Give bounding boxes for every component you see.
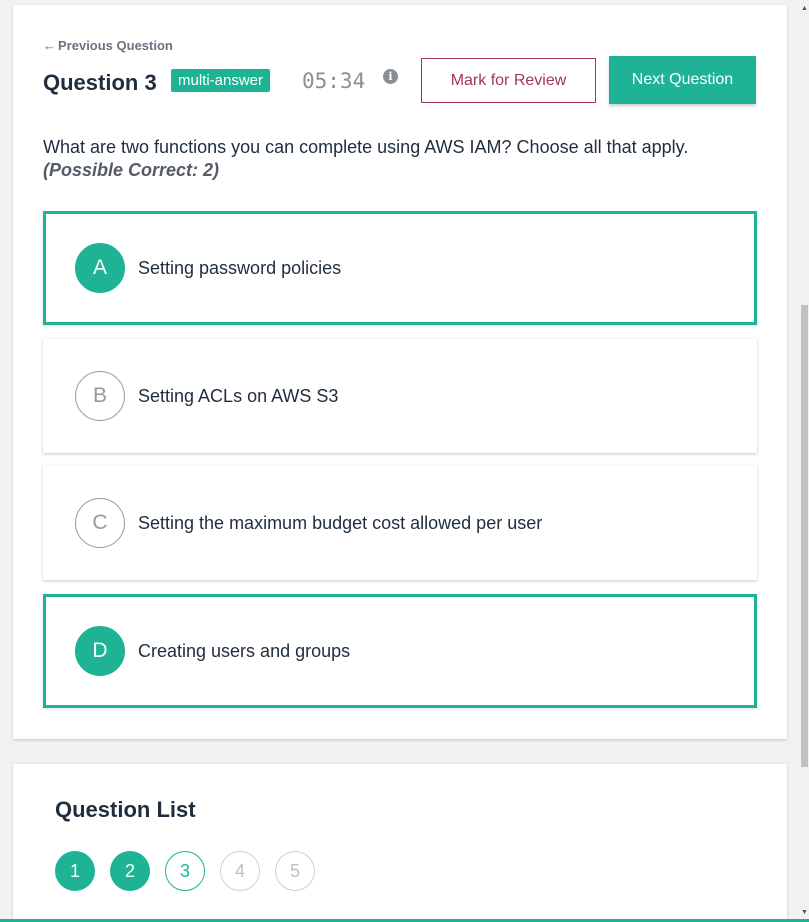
option-text: Creating users and groups [138, 640, 351, 661]
question-text: What are two functions you can complete … [43, 137, 689, 157]
option-letter-badge: C [75, 498, 125, 548]
option-letter-badge: D [75, 626, 125, 676]
triangle-down-icon[interactable]: ▼ [800, 906, 809, 918]
info-icon[interactable]: i [383, 69, 398, 84]
question-list-item-1[interactable]: 1 [55, 851, 95, 891]
option-letter-badge: A [75, 243, 125, 293]
answer-option-d[interactable]: D Creating users and groups [43, 594, 757, 708]
question-card: ← Previous Question Question 3 multi-ans… [13, 5, 787, 739]
question-list-item-5[interactable]: 5 [275, 851, 315, 891]
scrollbar-thumb[interactable] [801, 305, 808, 767]
option-letter-badge: B [75, 371, 125, 421]
vertical-scrollbar[interactable]: ▲ ▼ [800, 0, 809, 922]
question-list-card: Question List 1 2 3 4 5 [13, 764, 787, 922]
mark-for-review-button[interactable]: Mark for Review [421, 58, 596, 103]
triangle-up-icon[interactable]: ▲ [800, 2, 809, 14]
option-text: Setting password policies [138, 257, 342, 278]
previous-question-label: Previous Question [58, 38, 173, 53]
question-list-item-2[interactable]: 2 [110, 851, 150, 891]
question-list-item-3[interactable]: 3 [165, 851, 205, 891]
previous-question-link[interactable]: ← Previous Question [43, 38, 173, 53]
countdown-timer: 05:34 [302, 69, 366, 93]
answer-option-c[interactable]: C Setting the maximum budget cost allowe… [43, 466, 757, 580]
option-text: Setting ACLs on AWS S3 [138, 385, 339, 406]
question-list-title: Question List [55, 797, 196, 822]
option-text: Setting the maximum budget cost allowed … [138, 512, 543, 533]
question-title: Question 3 [43, 70, 157, 95]
arrow-left-icon: ← [43, 38, 56, 53]
possible-correct-hint: (Possible Correct: 2) [43, 160, 220, 180]
question-list-item-4[interactable]: 4 [220, 851, 260, 891]
answer-option-b[interactable]: B Setting ACLs on AWS S3 [43, 339, 757, 453]
answer-option-a[interactable]: A Setting password policies [43, 211, 757, 325]
multi-answer-badge: multi-answer [171, 69, 271, 92]
next-question-button[interactable]: Next Question [609, 56, 756, 104]
